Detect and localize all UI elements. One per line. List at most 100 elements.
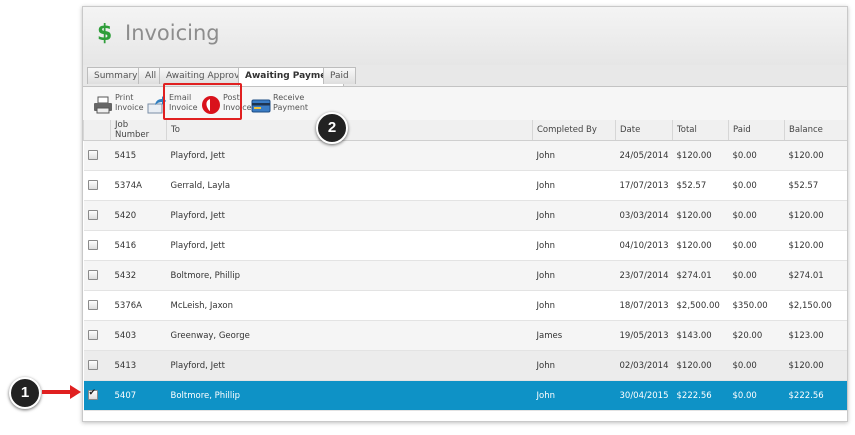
tab-summary[interactable]: Summary [87,67,145,84]
column-header[interactable]: Job Number [110,120,167,141]
cell-by: James [532,320,616,351]
table-row[interactable]: 5374A Gerrald, Layla John 17/07/2013 $52.57 $… [83,170,847,201]
dollar-icon: $ [97,21,113,46]
cell-paid: $0.00 [728,230,785,261]
cell-to: McLeish, Jaxon [166,290,533,321]
cell-by: John [532,230,616,261]
cell-date: 02/03/2014 [615,350,673,381]
cell-date: 19/05/2013 [615,320,673,351]
cell-job: 5374A [110,170,167,201]
table-row[interactable]: 5403 Greenway, George James 19/05/2013 $143.… [83,320,847,351]
table-row[interactable]: 5413 Playford, Jett John 02/03/2014 $120.00 $… [83,350,847,381]
column-header[interactable]: Completed By [532,120,616,141]
cell-job: 5420 [110,200,167,231]
select-column-header [83,120,111,141]
cell-balance: $120.00 [784,200,847,231]
payment-card-icon [251,99,271,113]
row-checkbox[interactable] [87,330,98,341]
cell-balance: $120.00 [784,350,847,381]
cell-by: John [532,260,616,291]
cell-to: Playford, Jett [166,230,533,261]
cell-paid: $350.00 [728,290,785,321]
tab-paid[interactable]: Paid [323,67,356,84]
table-row[interactable]: 5420 Playford, Jett John 03/03/2014 $120.00 $… [83,200,847,231]
table-row[interactable]: 5376A McLeish, Jaxon John 18/07/2013 $2,500.… [83,290,847,321]
column-header[interactable]: Balance [784,120,847,141]
row-checkbox[interactable] [87,300,98,311]
cell-balance: $2,150.00 [784,290,847,321]
row-select-cell [83,140,111,171]
row-checkbox[interactable] [87,270,98,281]
page-title: Invoicing [125,21,220,45]
cell-paid: $0.00 [728,350,785,381]
table-header-row: Job Number To Completed By Date Total Pa… [83,120,847,141]
printer-icon [94,96,112,114]
receive-label-line2: Payment [273,103,309,112]
cell-balance: $274.01 [784,260,847,291]
page-header: $ Invoicing [83,7,847,65]
cell-total: $120.00 [672,140,729,171]
row-checkbox[interactable] [87,240,98,251]
cell-total: $143.00 [672,320,729,351]
cell-to: Gerrald, Layla [166,170,533,201]
cell-date: 17/07/2013 [615,170,673,201]
row-checkbox[interactable] [87,210,98,221]
cell-job: 5415 [110,140,167,171]
row-select-cell [83,260,111,291]
cell-job: 5407 [110,380,167,411]
column-header[interactable]: Paid [728,120,785,141]
row-checkbox[interactable] [87,150,98,161]
cell-job: 5376A [110,290,167,321]
cell-date: 18/07/2013 [615,290,673,321]
cell-total: $120.00 [672,350,729,381]
step-badge-1: 1 [9,377,41,409]
cell-balance: $52.57 [784,170,847,201]
cell-to: Playford, Jett [166,140,533,171]
cell-date: 23/07/2014 [615,260,673,291]
cell-to: Boltmore, Phillip [166,260,533,291]
cell-to: Greenway, George [166,320,533,351]
cell-paid: $0.00 [728,260,785,291]
cell-date: 30/04/2015 [615,380,673,411]
cell-to: Playford, Jett [166,350,533,381]
column-header[interactable]: To [166,120,533,141]
table-row[interactable]: 5416 Playford, Jett John 04/10/2013 $120.00 $… [83,230,847,261]
column-header[interactable]: Date [615,120,673,141]
receive-payment-button[interactable]: Receive Payment [251,92,317,118]
cell-total: $52.57 [672,170,729,201]
row-select-cell [83,350,111,381]
cell-by: John [532,350,616,381]
column-header[interactable]: Total [672,120,729,141]
cell-paid: $0.00 [728,170,785,201]
row-select-cell [83,200,111,231]
row-select-cell [83,380,111,411]
row-checkbox[interactable] [87,360,98,371]
cell-balance: $120.00 [784,140,847,171]
cell-date: 04/10/2013 [615,230,673,261]
pointer-arrow-icon [70,385,81,399]
row-select-cell [83,320,111,351]
table-row[interactable]: 5415 Playford, Jett John 24/05/2014 $120.00 $… [83,140,847,171]
cell-total: $222.56 [672,380,729,411]
print-invoice-button[interactable]: Print Invoice [93,92,144,118]
cell-paid: $0.00 [728,200,785,231]
cell-total: $120.00 [672,200,729,231]
row-select-cell [83,170,111,201]
row-select-cell [83,230,111,261]
table-row[interactable]: 5432 Boltmore, Phillip John 23/07/2014 $274.… [83,260,847,291]
row-checkbox[interactable] [87,180,98,191]
cell-by: John [532,200,616,231]
cell-total: $2,500.00 [672,290,729,321]
table-row[interactable]: 5407Boltmore, PhillipJohn30/04/2015$222.… [83,380,847,411]
cell-balance: $123.00 [784,320,847,351]
cell-date: 24/05/2014 [615,140,673,171]
cell-paid: $0.00 [728,380,785,411]
invoice-table: Job Number To Completed By Date Total Pa… [83,120,847,411]
cell-by: John [532,290,616,321]
pointer-arrow-line [42,390,72,394]
cell-to: Playford, Jett [166,200,533,231]
step-badge-2: 2 [316,112,348,144]
row-checkbox[interactable] [87,388,98,401]
cell-total: $274.01 [672,260,729,291]
cell-by: John [532,380,616,411]
